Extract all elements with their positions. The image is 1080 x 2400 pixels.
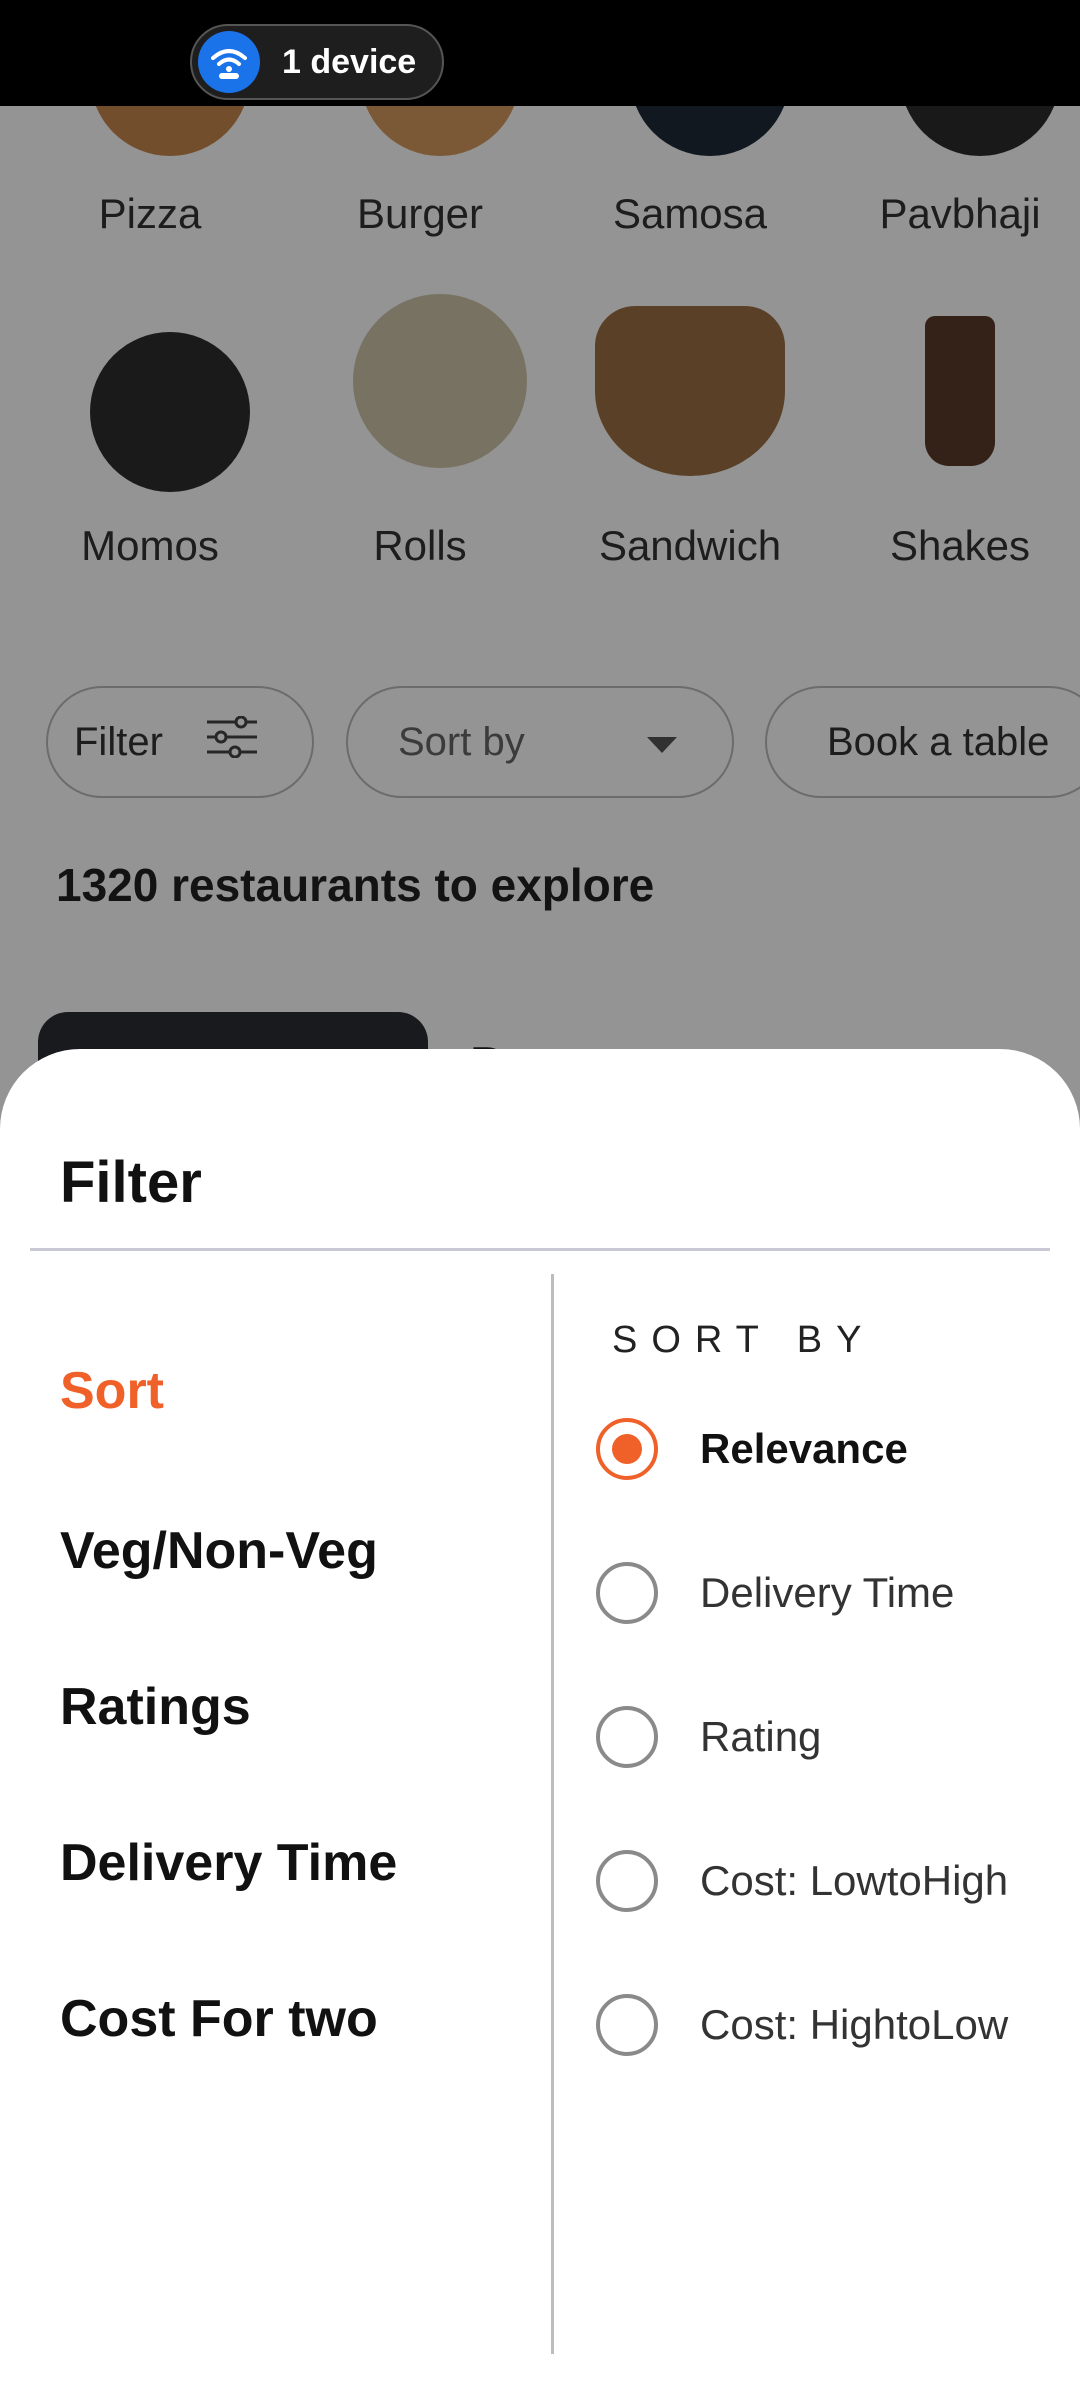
- option-label: Rating: [700, 1713, 822, 1760]
- divider: [30, 1248, 1050, 1251]
- wifi-icon: [198, 31, 260, 93]
- option-label: Cost: HightoLow: [700, 2001, 1009, 2048]
- radio-button[interactable]: [596, 1994, 658, 2056]
- filter-bottom-sheet: Filter Sort Veg/Non-Veg Ratings Delivery…: [0, 1049, 1080, 2400]
- radio-button[interactable]: [596, 1850, 658, 1912]
- vertical-divider: [551, 1274, 554, 2354]
- sort-option-cost-high-low[interactable]: Cost: HightoLow: [596, 1980, 1066, 2070]
- device-count-label: 1 device: [282, 42, 417, 81]
- filter-category-delivery-time[interactable]: Delivery Time: [60, 1833, 397, 1893]
- filter-category-sort[interactable]: Sort: [60, 1361, 164, 1421]
- sheet-title: Filter: [60, 1150, 202, 1215]
- filter-category-veg[interactable]: Veg/Non-Veg: [60, 1521, 378, 1581]
- connected-devices-pill[interactable]: 1 device: [190, 24, 444, 100]
- option-label: Cost: LowtoHigh: [700, 1857, 1009, 1904]
- radio-button[interactable]: [596, 1706, 658, 1768]
- sort-option-delivery-time[interactable]: Delivery Time: [596, 1548, 1066, 1638]
- radio-button[interactable]: [596, 1418, 658, 1480]
- filter-category-ratings[interactable]: Ratings: [60, 1677, 251, 1737]
- option-label: Relevance: [700, 1425, 908, 1472]
- sort-option-rating[interactable]: Rating: [596, 1692, 1066, 1782]
- radio-button[interactable]: [596, 1562, 658, 1624]
- sort-by-heading: SORT BY: [612, 1319, 876, 1361]
- sort-option-cost-low-high[interactable]: Cost: LowtoHigh: [596, 1836, 1066, 1926]
- sort-option-relevance[interactable]: Relevance: [596, 1404, 1066, 1494]
- status-bar: 1 device: [0, 0, 1080, 106]
- filter-category-cost[interactable]: Cost For two: [60, 1989, 378, 2049]
- option-label: Delivery Time: [700, 1569, 955, 1616]
